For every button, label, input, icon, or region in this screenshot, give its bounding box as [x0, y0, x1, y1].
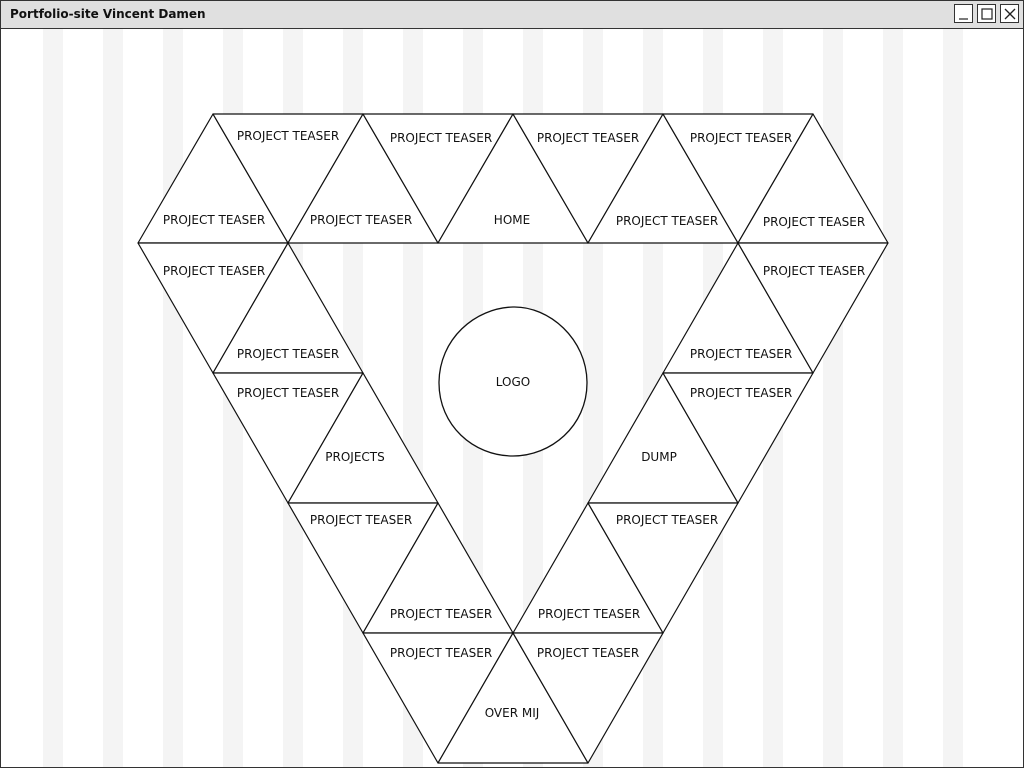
project-teaser-label: PROJECT TEASER [390, 646, 492, 660]
project-teaser-label: PROJECT TEASER [237, 129, 339, 143]
dump-label: DUMP [641, 450, 677, 464]
project-teaser-label: PROJECT TEASER [538, 607, 640, 621]
project-teaser-label: PROJECT TEASER [310, 213, 412, 227]
project-teaser-label: PROJECT TEASER [690, 131, 792, 145]
project-teaser-label: PROJECT TEASER [616, 214, 718, 228]
project-teaser-label: PROJECT TEASER [690, 347, 792, 361]
project-teaser-label: PROJECT TEASER [763, 264, 865, 278]
browser-window: Portfolio-site Vincent Damen PROJECT TEA… [0, 0, 1024, 768]
project-teaser-label: PROJECT TEASER [690, 386, 792, 400]
project-teaser-label: PROJECT TEASER [310, 513, 412, 527]
logo-label: LOGO [496, 375, 530, 389]
project-teaser-label: PROJECT TEASER [616, 513, 718, 527]
over-mij-label: OVER MIJ [485, 706, 540, 720]
project-teaser-label: PROJECT TEASER [163, 264, 265, 278]
project-teaser-label: PROJECT TEASER [763, 215, 865, 229]
projects-label: PROJECTS [325, 450, 384, 464]
project-teaser-label: PROJECT TEASER [163, 213, 265, 227]
project-teaser-label: PROJECT TEASER [237, 386, 339, 400]
project-teaser-label: PROJECT TEASER [390, 131, 492, 145]
project-teaser-label: PROJECT TEASER [537, 646, 639, 660]
project-teaser-label: PROJECT TEASER [237, 347, 339, 361]
project-teaser-label: PROJECT TEASER [537, 131, 639, 145]
triangle-layout: PROJECT TEASER PROJECT TEASER PROJECT TE… [137, 113, 889, 764]
project-teaser-label: PROJECT TEASER [390, 607, 492, 621]
home-label: HOME [494, 213, 530, 227]
